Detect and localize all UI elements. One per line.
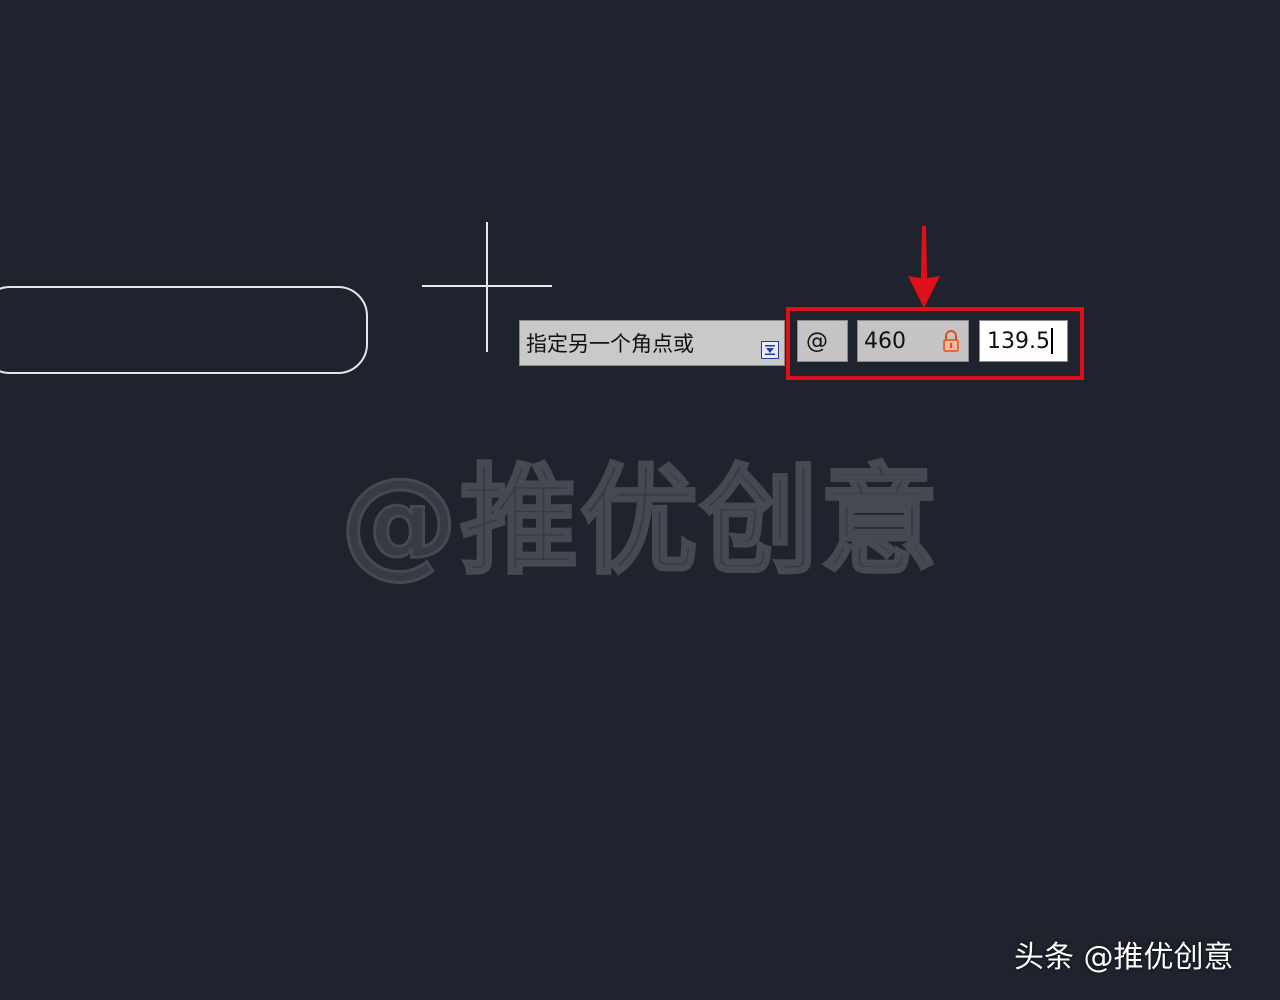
rounded-rectangle-shape [0, 286, 368, 374]
dynamic-input-prompt: 指定另一个角点或 [519, 320, 785, 366]
down-arrow-icon [906, 226, 942, 312]
prompt-text: 指定另一个角点或 [526, 332, 694, 356]
crosshair-cursor-vertical [486, 222, 488, 352]
watermark-text: @推优创意 [338, 451, 941, 592]
source-credit: 头条 @推优创意 [1014, 940, 1234, 975]
drawing-canvas[interactable]: 指定另一个角点或 @ 460 139.5 @推优创意 头条 @推优创意 [0, 0, 1280, 1000]
down-arrow-box-icon[interactable] [761, 341, 779, 359]
annotation-highlight-frame [786, 307, 1084, 380]
